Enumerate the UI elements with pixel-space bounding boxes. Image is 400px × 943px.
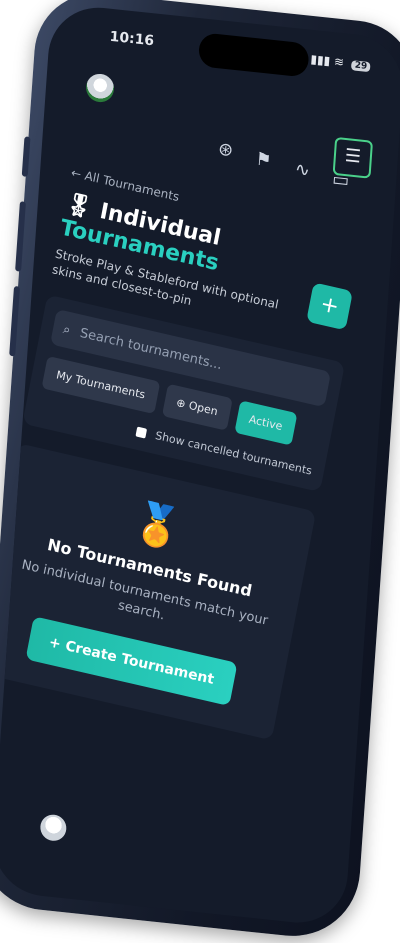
gamepad-icon[interactable]: ⊛ (217, 139, 233, 162)
battery-icon: 29 (351, 60, 371, 73)
wifi-icon: ≋ (333, 54, 345, 70)
side-button-volume-up (15, 201, 26, 272)
status-icons: ▮▮▮ ≋ 29 (310, 51, 371, 73)
main-content: ← All Tournaments 🎖 Individual Tournamen… (0, 166, 370, 741)
side-button-mute (21, 136, 31, 177)
add-tournament-button[interactable]: + (306, 282, 353, 331)
globe-icon: ⊕ (175, 395, 187, 411)
signal-icon: ▮▮▮ (310, 51, 331, 68)
tab-open[interactable]: ⊕ Open (161, 383, 233, 431)
dynamic-island (197, 32, 310, 78)
footer-golf-ball-icon (39, 813, 68, 843)
hamburger-menu-button[interactable]: ☰ (332, 136, 374, 179)
side-button-volume-down (9, 285, 21, 357)
screen: 10:16 ▮▮▮ ≋ 29 ⊛ ⚑ ∿ ▭ ☰ ← All Tournamen… (0, 2, 400, 928)
flag-icon[interactable]: ⚑ (255, 149, 273, 172)
tab-open-label: Open (187, 398, 219, 419)
search-placeholder: Search tournaments... (78, 325, 224, 373)
golf-ball-logo-icon[interactable] (85, 72, 115, 104)
phone-frame: 10:16 ▮▮▮ ≋ 29 ⊛ ⚑ ∿ ▭ ☰ ← All Tournamen… (0, 0, 400, 943)
tab-active[interactable]: Active (234, 400, 298, 446)
empty-state-card: 🏅 No Tournaments Found No individual tou… (0, 443, 317, 741)
activity-icon[interactable]: ∿ (294, 159, 310, 182)
show-cancelled-checkbox[interactable] (135, 426, 147, 439)
search-icon: ⌕ (61, 321, 72, 338)
status-time: 10:16 (109, 28, 155, 50)
